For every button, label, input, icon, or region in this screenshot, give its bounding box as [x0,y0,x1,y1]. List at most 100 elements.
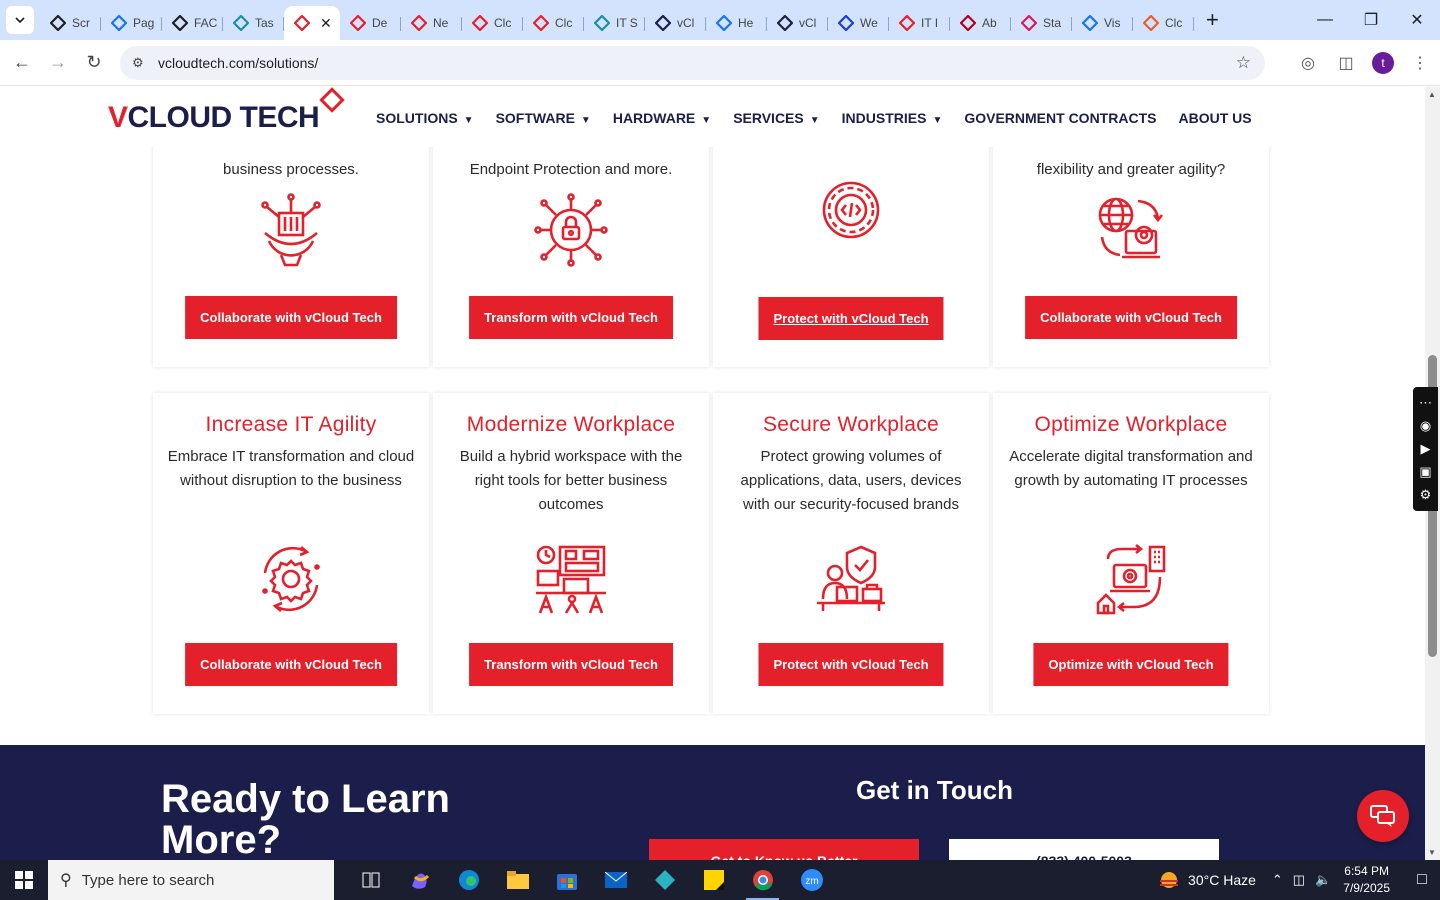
tab-close-icon[interactable]: ✕ [320,15,332,32]
get-in-touch-heading: Get in Touch [856,775,1013,805]
card-cta-button[interactable]: Transform with vCloud Tech [469,296,673,339]
start-button[interactable] [0,860,48,900]
extensions-icon[interactable]: ◫ [1334,48,1358,78]
nav-item-software[interactable]: SOFTWARE ▼ [496,110,591,126]
solution-card: Modernize Workplace Build a hybrid worksp… [433,393,709,714]
reload-button[interactable]: ↻ [76,52,112,73]
chrome-icon[interactable] [738,860,787,900]
scroll-up-icon[interactable]: ▲ [1428,90,1436,99]
chat-button[interactable] [1357,790,1409,842]
copilot-icon[interactable] [395,860,444,900]
site-info-icon[interactable]: ⚙ [132,55,152,71]
tab-label: vCl [799,16,817,30]
browser-tab[interactable]: Ab [950,7,1011,39]
site-logo[interactable]: VCLOUD TECH [108,87,345,135]
know-us-button[interactable]: Get to Know us Better [649,839,919,860]
camera-icon[interactable]: ◉ [1420,418,1431,434]
network-icon[interactable]: ◫ [1293,872,1305,888]
browser-tab[interactable]: Clc [462,7,523,39]
browser-tab[interactable]: ✕ [284,6,340,40]
card-cta-button[interactable]: Protect with vCloud Tech [758,643,944,686]
nav-label: INDUSTRIES [841,110,927,126]
nav-label: HARDWARE [612,110,696,126]
zoom-icon[interactable]: zm [787,860,836,900]
browser-tab[interactable]: De [340,7,401,39]
volume-icon[interactable]: 🔈 [1315,872,1331,888]
notification-icon[interactable]: □ [1404,871,1440,889]
search-icon: ⚲ [60,872,72,889]
browser-tab[interactable]: We [828,7,889,39]
show-hidden-icon[interactable]: ⌃ [1272,872,1283,888]
video-icon[interactable]: ▶ [1421,441,1431,457]
phone-button[interactable]: (833) 400-5003 [949,839,1219,860]
url-text[interactable]: vcloudtech.com/solutions/ [158,55,318,71]
browser-tab[interactable]: Pag [101,7,162,39]
bookmark-star-icon[interactable]: ☆ [1236,53,1251,73]
new-tab-button[interactable]: + [1206,7,1219,33]
tab-search-button[interactable] [6,6,34,34]
browser-tab[interactable]: Scr [40,7,101,39]
clock-date: 7/9/2025 [1343,881,1390,895]
store-icon[interactable] [542,860,591,900]
button-label: Transform with vCloud Tech [484,310,658,325]
browser-tab[interactable]: Tas [223,7,284,39]
card-cta-button[interactable]: Collaborate with vCloud Tech [185,643,397,686]
tab-favicon-icon [715,14,733,32]
taskbar-clock[interactable]: 6:54 PM 7/9/2025 [1343,863,1390,897]
forward-button[interactable]: → [40,52,76,73]
pin-icon[interactable]: ⋯ [1419,395,1432,411]
back-button[interactable]: ← [4,52,40,73]
mail-icon[interactable] [591,860,640,900]
omnibox[interactable]: ⚙ vcloudtech.com/solutions/ ☆ [120,46,1265,80]
task-view-icon[interactable] [346,860,395,900]
minimize-button[interactable]: — [1302,0,1348,40]
profile-avatar[interactable]: t [1372,52,1394,74]
browser-tab[interactable]: IT I [889,7,950,39]
browser-tab[interactable]: IT S [584,7,645,39]
nav-item-hardware[interactable]: HARDWARE ▼ [613,110,711,126]
card-cta-button[interactable]: Collaborate with vCloud Tech [185,296,397,339]
file-explorer-icon[interactable] [493,860,542,900]
card-cta-button[interactable]: Transform with vCloud Tech [469,643,673,686]
translate-icon[interactable]: ◎ [1296,48,1320,78]
taskbar-search[interactable]: ⚲ Type here to search [48,860,334,900]
restore-button[interactable]: ❐ [1348,0,1394,40]
card-cta-button[interactable]: Optimize with vCloud Tech [1033,643,1229,686]
tab-favicon-icon [1142,14,1160,32]
menu-kebab-icon[interactable]: ⋮ [1408,48,1432,78]
nav-item-solutions[interactable]: SOLUTIONS ▼ [376,110,474,126]
app-diamond-icon[interactable] [640,860,689,900]
edge-icon[interactable] [444,860,493,900]
close-window-button[interactable]: ✕ [1394,0,1440,40]
sticky-notes-icon[interactable] [689,860,738,900]
tab-favicon-icon [232,14,250,32]
browser-tab[interactable]: Clc [1133,7,1194,39]
tab-favicon-icon [532,14,550,32]
tab-favicon-icon [654,14,672,32]
tab-label: Ab [982,16,997,30]
card-cta-button[interactable]: Collaborate with vCloud Tech [1025,296,1237,339]
nav-item-about-us[interactable]: ABOUT US [1178,110,1251,126]
browser-tab[interactable]: Ne [401,7,462,39]
logo-v: V [108,101,128,134]
window-icon[interactable]: ▣ [1419,464,1431,480]
browser-tab[interactable]: Vis [1072,7,1133,39]
nav-item-services[interactable]: SERVICES ▼ [733,110,819,126]
browser-tab[interactable]: vCl [645,7,706,39]
browser-tab[interactable]: FAC [162,7,223,39]
scroll-down-icon[interactable]: ▼ [1428,848,1436,857]
browser-tab[interactable]: vCl [767,7,828,39]
tab-label: He [738,16,754,30]
caret-down-icon: ▼ [809,115,820,126]
card-cta-button[interactable]: Protect with vCloud Tech [758,297,944,340]
settings-gear-icon[interactable]: ⚙ [1420,487,1432,503]
browser-tab[interactable]: Clc [523,7,584,39]
tab-favicon-icon [959,14,977,32]
factory-gear-icon [153,193,429,271]
nav-item-industries[interactable]: INDUSTRIES ▼ [842,110,943,126]
browser-tab[interactable]: He [706,7,767,39]
tab-favicon-icon [837,14,855,32]
browser-tab[interactable]: Sta [1011,7,1072,39]
weather-widget[interactable]: 30°C Haze [1158,870,1256,890]
nav-item-government-contracts[interactable]: GOVERNMENT CONTRACTS [964,110,1156,126]
